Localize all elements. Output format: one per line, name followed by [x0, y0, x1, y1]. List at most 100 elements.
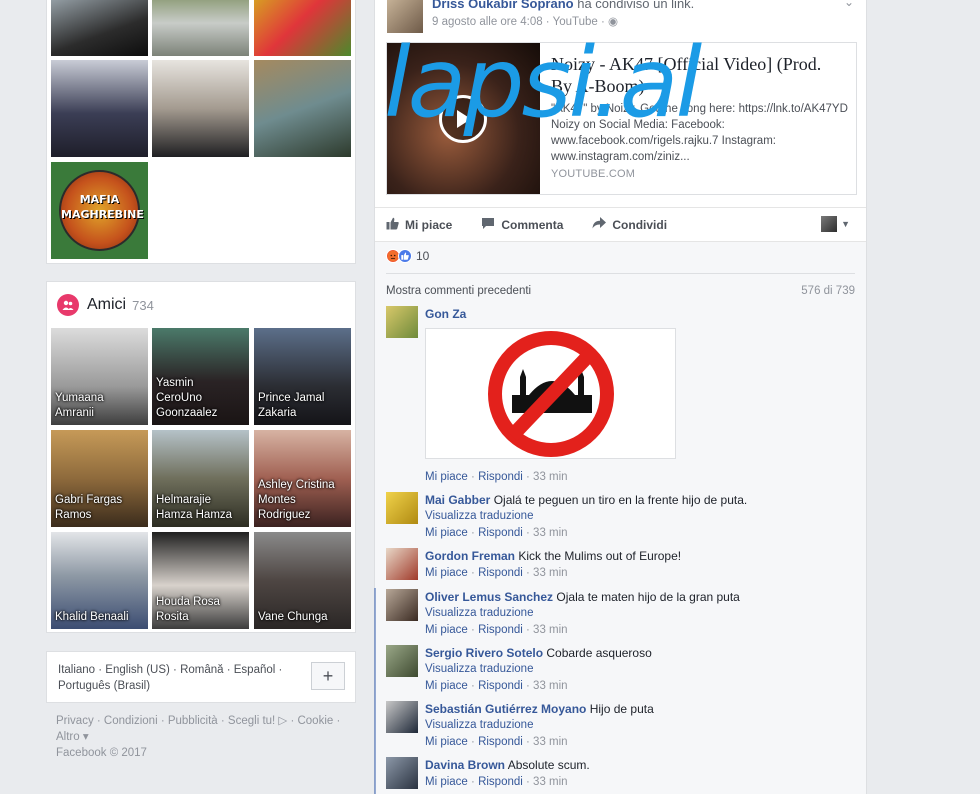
friend-tile[interactable]: Yasmin CeroUno Goonzaalez [152, 328, 249, 425]
friend-tile[interactable]: Helmarajie Hamza Hamza [152, 430, 249, 527]
friend-name[interactable]: Prince Jamal Zakaria [258, 391, 347, 421]
friend-name[interactable]: Yumaana Amranii [55, 391, 144, 421]
photo-thumbnail[interactable] [51, 60, 148, 157]
friend-name[interactable]: Helmarajie Hamza Hamza [156, 493, 245, 523]
comment-reply-link[interactable]: Rispondi [478, 527, 523, 539]
link-preview[interactable]: Noizy - AK47 [Official Video] (Prod. By … [386, 42, 857, 195]
comment-time[interactable]: 33 min [533, 471, 568, 483]
friends-header[interactable]: Amici 734 [57, 292, 154, 318]
comment-avatar[interactable] [386, 492, 418, 524]
post-meta[interactable]: 9 agosto alle ore 4:08 · YouTube · ◉ [432, 14, 618, 28]
comment-body: Davina Brown Absolute scum. Mi piace · R… [425, 757, 855, 790]
comment-meta: Mi piace · Rispondi · 33 min [425, 776, 568, 788]
view-translation-link[interactable]: Visualizza traduzione [425, 717, 855, 733]
link-description: "AK47" by Noizy. Get the song here: http… [551, 103, 848, 163]
comment-author[interactable]: Sebastián Gutiérrez Moyano [425, 702, 586, 716]
friend-name[interactable]: Khalid Benaali [55, 610, 144, 625]
comment-like-link[interactable]: Mi piace [425, 736, 468, 748]
comment-reply-link[interactable]: Rispondi [478, 680, 523, 692]
comment-avatar[interactable] [386, 645, 418, 677]
comment-reply-link[interactable]: Rispondi [478, 776, 523, 788]
friend-name[interactable]: Yasmin CeroUno Goonzaalez [156, 376, 245, 421]
share-button[interactable]: Condividi [592, 217, 667, 232]
comment-avatar[interactable] [386, 548, 418, 580]
view-translation-link[interactable]: Visualizza traduzione [425, 661, 855, 677]
photo-thumbnail[interactable] [152, 0, 249, 56]
friends-title[interactable]: Amici [87, 296, 126, 314]
comment-like-link[interactable]: Mi piace [425, 624, 468, 636]
comment-reply-link[interactable]: Rispondi [478, 471, 523, 483]
comment-reply-link[interactable]: Rispondi [478, 567, 523, 579]
footer-links[interactable]: Privacy · Condizioni · Pubblicità · Sceg… [56, 713, 356, 729]
like-label: Mi piace [405, 217, 453, 232]
comment-button[interactable]: Commenta [481, 217, 563, 233]
share-arrow-icon [592, 217, 607, 232]
page-footer: Privacy · Condizioni · Pubblicità · Sceg… [56, 713, 356, 761]
post-as-selector[interactable]: ▼ [821, 216, 850, 232]
comment-time[interactable]: 33 min [533, 567, 568, 579]
friend-tile[interactable]: Yumaana Amranii [51, 328, 148, 425]
like-button[interactable]: Mi piace [386, 217, 452, 233]
photo-thumbnail[interactable] [152, 60, 249, 157]
photo-thumbnail[interactable] [254, 0, 351, 56]
chevron-down-icon[interactable]: ⌄ [844, 0, 854, 9]
comment-reply-link[interactable]: Rispondi [478, 736, 523, 748]
add-language-button[interactable]: + [311, 662, 345, 690]
comment-time[interactable]: 33 min [533, 776, 568, 788]
comment-time[interactable]: 33 min [533, 624, 568, 636]
mafia-badge-photo[interactable]: MAFIA MAGHREBINE [51, 162, 148, 259]
friend-tile[interactable]: Gabri Fargas Ramos [51, 430, 148, 527]
comment-like-link[interactable]: Mi piace [425, 527, 468, 539]
comment-like-link[interactable]: Mi piace [425, 567, 468, 579]
no-mosque-sign-icon [488, 331, 614, 457]
view-translation-link[interactable]: Visualizza traduzione [425, 605, 855, 621]
post-actions-bar: Mi piace Commenta Condividi ▼ [375, 207, 866, 241]
comment-time[interactable]: 33 min [533, 680, 568, 692]
languages-line[interactable]: Português (Brasil) [58, 678, 298, 694]
comment-avatar[interactable] [386, 701, 418, 733]
view-translation-link[interactable]: Visualizza traduzione [425, 508, 855, 524]
comment-like-link[interactable]: Mi piace [425, 471, 468, 483]
comment-author[interactable]: Gon Za [425, 307, 466, 321]
friend-tile[interactable]: Prince Jamal Zakaria [254, 328, 351, 425]
comment-like-link[interactable]: Mi piace [425, 680, 468, 692]
post-author-name[interactable]: Driss Oukabir Soprano [432, 0, 574, 11]
friend-name[interactable]: Houda Rosa Rosita [156, 595, 245, 625]
footer-more[interactable]: Altro ▾ [56, 729, 356, 745]
comment-text: Cobarde asqueroso [546, 646, 652, 660]
comment-author[interactable]: Sergio Rivero Sotelo [425, 646, 543, 660]
comment-meta: Mi piace · Rispondi · 33 min [425, 680, 568, 692]
photo-thumbnail[interactable] [254, 60, 351, 157]
photo-thumbnail[interactable] [51, 0, 148, 56]
reactions-summary[interactable]: 10 [386, 249, 429, 263]
show-previous-comments-link[interactable]: Mostra commenti precedenti [386, 285, 531, 297]
reactions-count[interactable]: 10 [416, 249, 429, 263]
comment-avatar[interactable] [386, 589, 418, 621]
languages-list[interactable]: Italiano · English (US) · Română · Españ… [58, 662, 298, 694]
link-title[interactable]: Noizy - AK47 [Official Video] (Prod. By … [551, 53, 841, 97]
friend-tile[interactable]: Khalid Benaali [51, 532, 148, 629]
play-icon[interactable] [439, 95, 487, 143]
comment-avatar[interactable] [386, 306, 418, 338]
thumbs-up-icon [386, 217, 399, 233]
comment-author[interactable]: Oliver Lemus Sanchez [425, 590, 553, 604]
comment-image[interactable] [425, 328, 676, 459]
comment-reply-link[interactable]: Rispondi [478, 624, 523, 636]
friend-tile[interactable]: Houda Rosa Rosita [152, 532, 249, 629]
video-thumbnail[interactable] [387, 43, 540, 194]
post-author-avatar[interactable] [387, 0, 423, 33]
friend-name[interactable]: Gabri Fargas Ramos [55, 493, 144, 523]
comment-text: Absolute scum. [507, 758, 590, 772]
friend-name[interactable]: Ashley Cristina Montes Rodriguez [258, 478, 347, 523]
comment-avatar[interactable] [386, 757, 418, 789]
comment-time[interactable]: 33 min [533, 527, 568, 539]
comment-author[interactable]: Davina Brown [425, 758, 505, 772]
comment-time[interactable]: 33 min [533, 736, 568, 748]
languages-line[interactable]: Italiano · English (US) · Română · Españ… [58, 662, 298, 678]
friend-tile[interactable]: Ashley Cristina Montes Rodriguez [254, 430, 351, 527]
comment-author[interactable]: Gordon Freman [425, 549, 515, 563]
friend-tile[interactable]: Vane Chunga [254, 532, 351, 629]
friend-name[interactable]: Vane Chunga [258, 610, 347, 625]
comment-author[interactable]: Mai Gabber [425, 493, 490, 507]
comment-like-link[interactable]: Mi piace [425, 776, 468, 788]
